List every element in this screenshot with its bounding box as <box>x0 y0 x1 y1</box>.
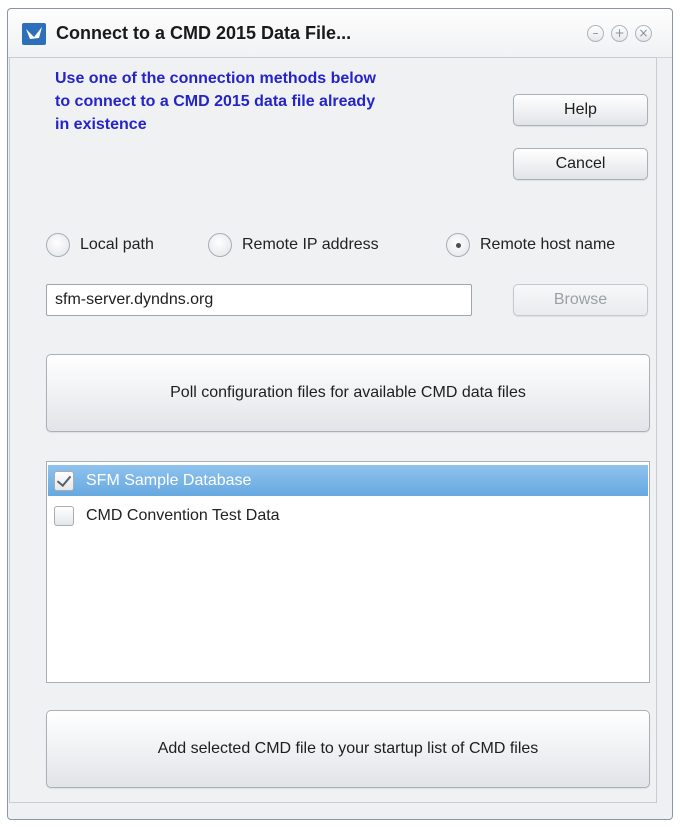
list-item[interactable]: CMD Convention Test Data <box>48 500 648 531</box>
radio-button-circle[interactable] <box>446 233 470 257</box>
poll-config-button[interactable]: Poll configuration files for available C… <box>46 354 650 432</box>
intro-text: Use one of the connection methods below … <box>55 70 376 133</box>
radio-label: Remote host name <box>480 236 616 253</box>
radio-local-path[interactable]: Local path <box>46 228 154 262</box>
minimize-icon[interactable]: – <box>587 25 604 42</box>
radio-remote-ip[interactable]: Remote IP address <box>208 228 379 262</box>
list-item[interactable]: SFM Sample Database <box>48 465 648 496</box>
window-title: Connect to a CMD 2015 Data File... <box>56 23 352 43</box>
item-checkbox[interactable] <box>54 505 74 526</box>
browse-button[interactable]: Browse <box>513 284 648 316</box>
help-button[interactable]: Help <box>513 94 648 126</box>
data-file-list[interactable]: SFM Sample Database CMD Convention Test … <box>46 461 650 683</box>
connection-method-group: Local path Remote IP address Remote host… <box>46 228 658 262</box>
radio-remote-host[interactable]: Remote host name <box>446 228 615 262</box>
maximize-icon[interactable]: + <box>611 25 628 42</box>
list-item-label: SFM Sample Database <box>86 471 252 489</box>
close-icon[interactable]: × <box>635 25 652 42</box>
cancel-button[interactable]: Cancel <box>513 148 648 180</box>
radio-label: Remote IP address <box>242 236 379 253</box>
radio-button-circle[interactable] <box>46 233 70 257</box>
radio-selected-dot <box>456 243 461 248</box>
app-logo-icon <box>22 23 46 45</box>
radio-label: Local path <box>80 236 154 253</box>
checkmark-icon <box>56 471 72 487</box>
host-address-input[interactable]: sfm-server.dyndns.org <box>46 284 472 316</box>
item-checkbox[interactable] <box>54 470 74 491</box>
radio-button-circle[interactable] <box>208 233 232 257</box>
add-to-startup-button[interactable]: Add selected CMD file to your startup li… <box>46 710 650 788</box>
list-item-label: CMD Convention Test Data <box>86 506 280 524</box>
title-bar[interactable]: Connect to a CMD 2015 Data File... – + × <box>8 9 672 58</box>
